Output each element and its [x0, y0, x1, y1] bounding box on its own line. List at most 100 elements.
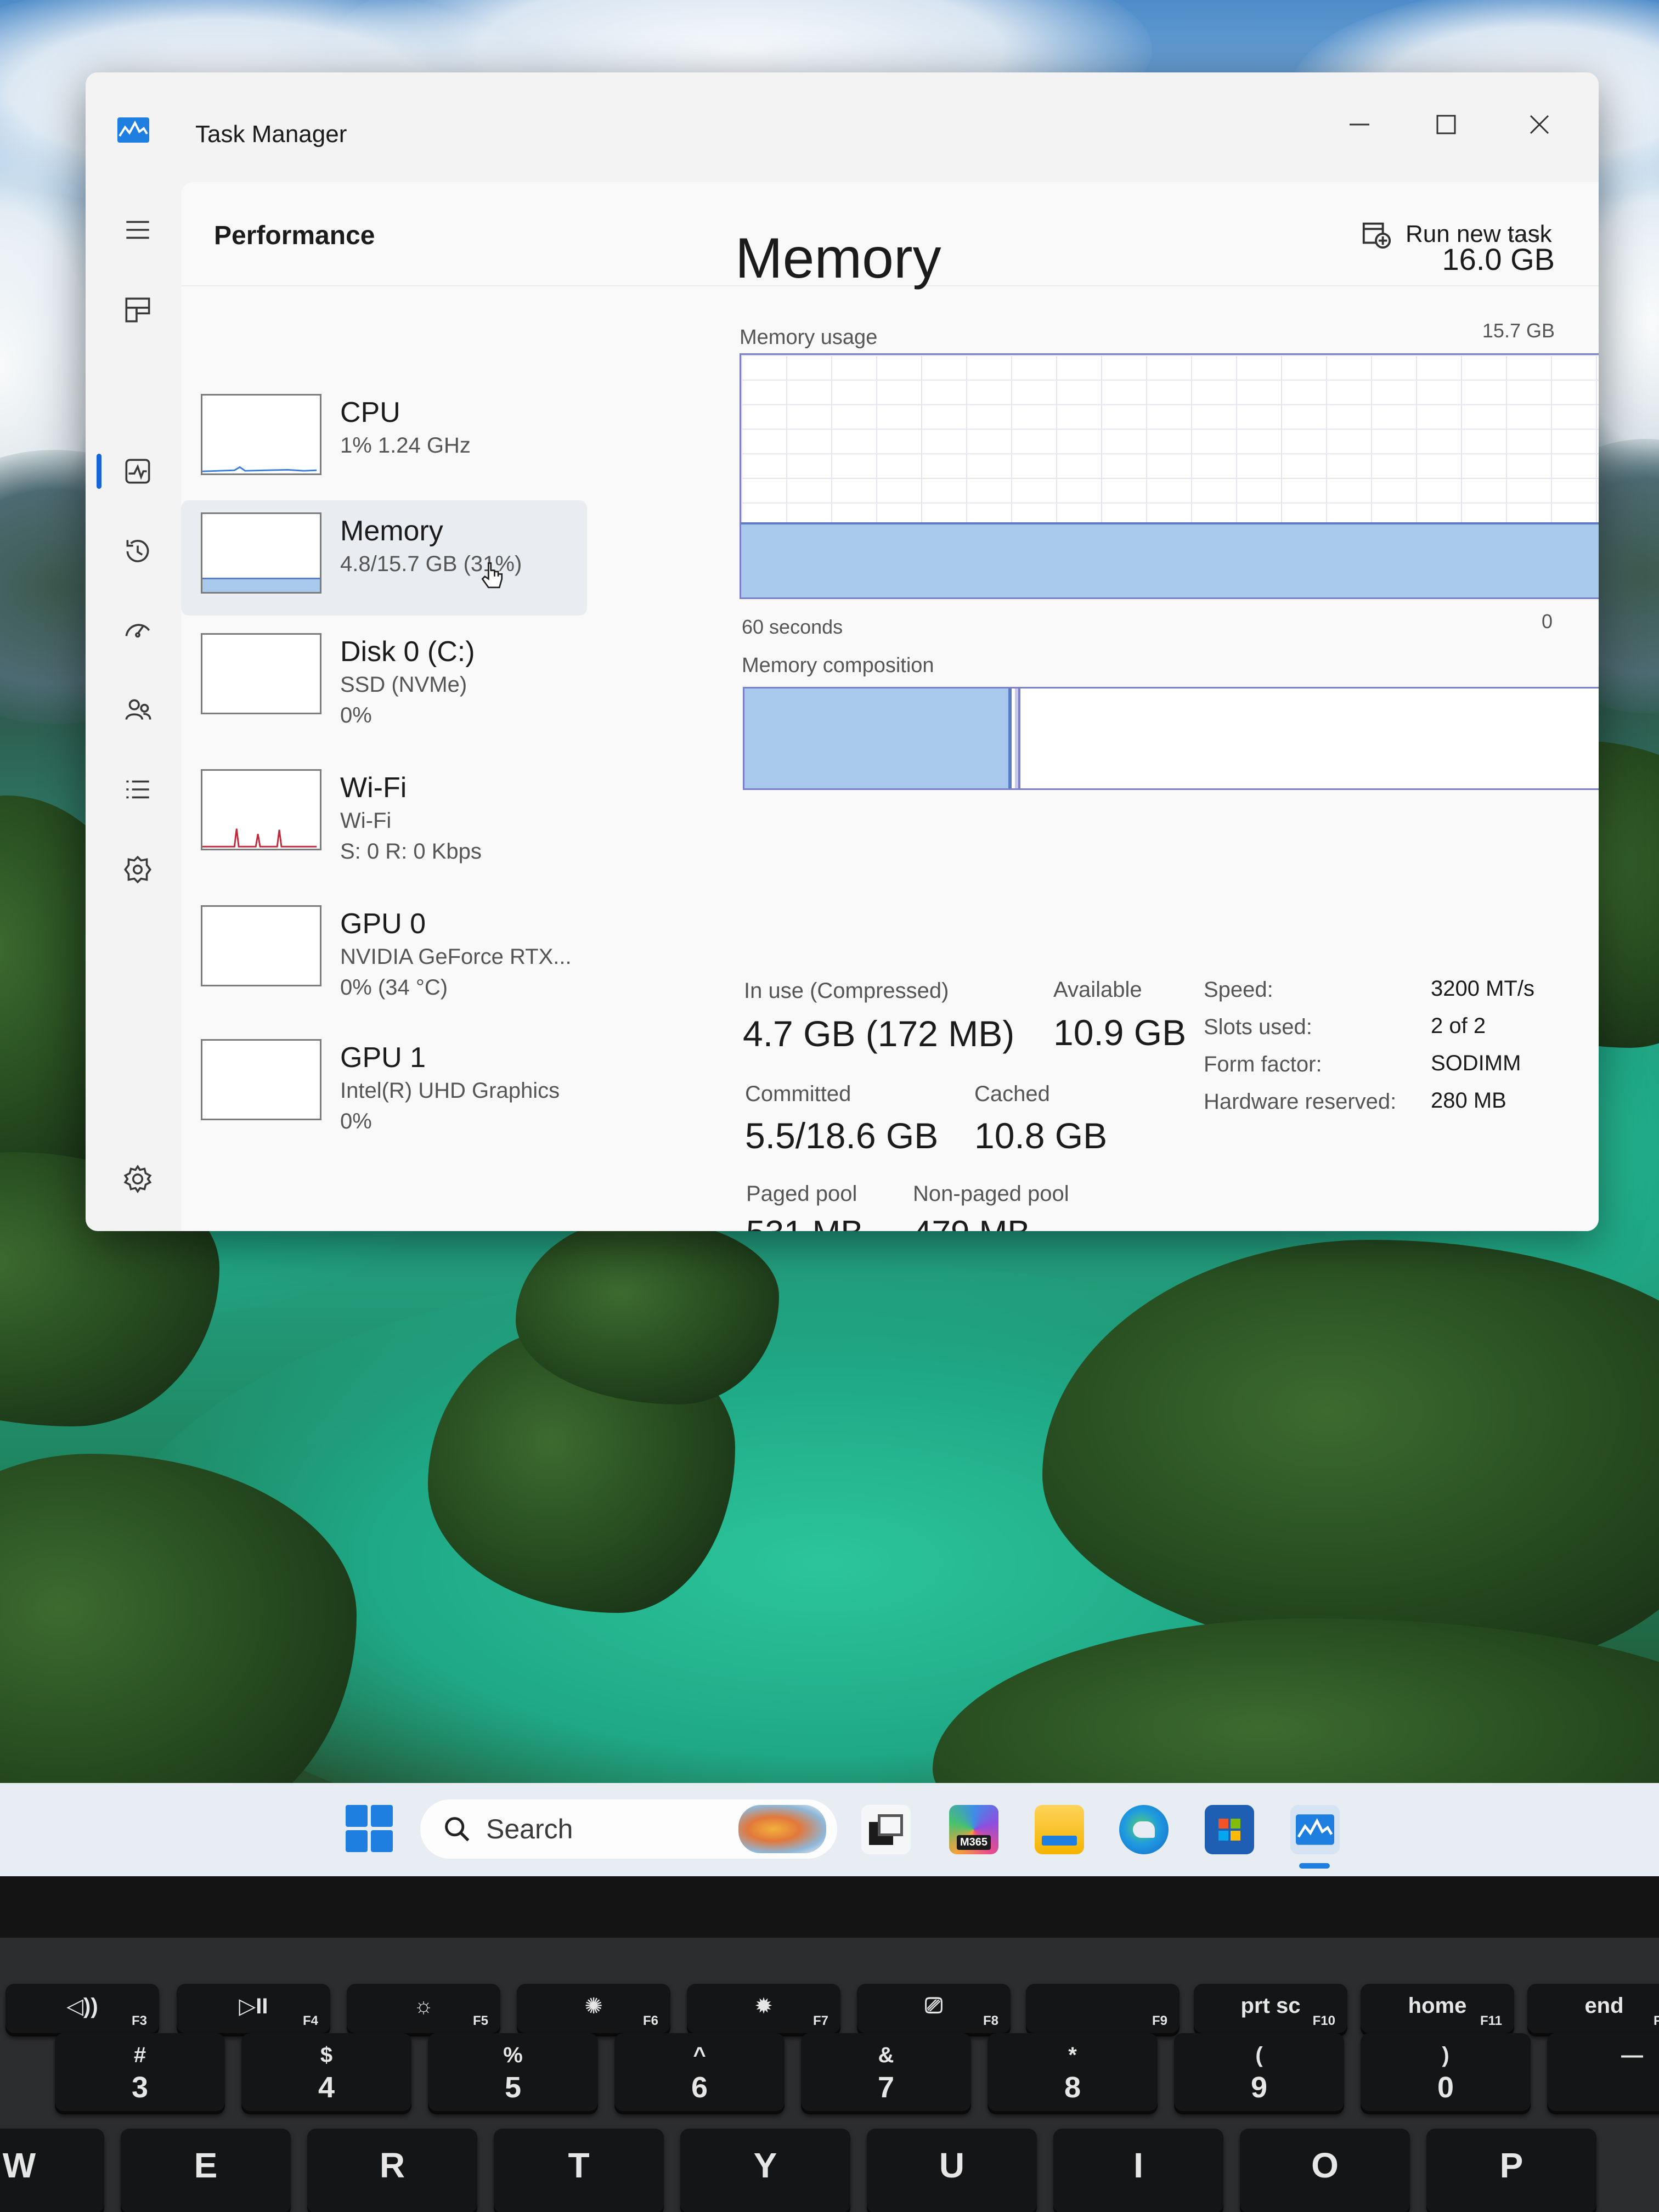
speed-value: 3200 MT/s	[1431, 977, 1534, 1001]
letter-key-u[interactable]: U	[867, 2129, 1037, 2212]
key-legend: O	[1311, 2146, 1339, 2185]
number-key-9[interactable]: (9	[1174, 2033, 1344, 2114]
microsoft-365-icon[interactable]: M365	[949, 1805, 998, 1854]
store-icon[interactable]	[1205, 1805, 1254, 1854]
close-button[interactable]	[1506, 94, 1572, 155]
windows-logo-tile	[346, 1830, 368, 1852]
key-legend: 3	[131, 2071, 149, 2104]
resource-item-cpu[interactable]: CPU 1% 1.24 GHz	[181, 382, 587, 497]
number-key-5[interactable]: % 5	[428, 2033, 598, 2114]
maximize-button[interactable]	[1413, 94, 1479, 155]
resource-item-memory[interactable]: Memory 4.8/15.7 GB (31%)	[181, 500, 587, 616]
function-key-f10[interactable]: prt sc F10	[1194, 1984, 1347, 2036]
run-new-task-icon	[1362, 222, 1391, 249]
available-label: Available	[1053, 978, 1142, 1002]
details-icon[interactable]	[108, 759, 168, 820]
hamburger-icon[interactable]	[108, 200, 168, 260]
disk-thumbnail-graph	[201, 633, 321, 714]
key-sublegend: F3	[131, 2013, 147, 2028]
speed-label: Speed:	[1204, 978, 1273, 1002]
function-key-f9[interactable]: F9	[1026, 1984, 1180, 2036]
number-key-4[interactable]: $4	[241, 2033, 411, 2114]
graph-zero-label: 0	[1541, 610, 1553, 633]
key-shift-legend: %	[503, 2043, 523, 2067]
key-legend: 7	[877, 2071, 895, 2104]
processes-icon[interactable]	[108, 280, 168, 340]
memory-composition-bar	[743, 687, 1599, 790]
key-sublegend: F10	[1312, 2013, 1335, 2028]
function-key-f3[interactable]: ◁)) F3	[5, 1984, 159, 2036]
resource-item-gpu0[interactable]: GPU 0 NVIDIA GeForce RTX... 0% (34 °C)	[181, 893, 587, 1008]
task-manager-taskbar-icon[interactable]	[1290, 1805, 1340, 1854]
start-button[interactable]	[346, 1805, 393, 1852]
users-icon[interactable]	[108, 680, 168, 741]
in-use-value: 4.7 GB (172 MB)	[743, 1013, 1015, 1054]
letter-key-y[interactable]: Y	[680, 2129, 850, 2212]
services-icon[interactable]	[108, 839, 168, 900]
resource-item-gpu1[interactable]: GPU 1 Intel(R) UHD Graphics 0%	[181, 1027, 587, 1142]
active-app-indicator	[1299, 1863, 1330, 1869]
resource-item-wifi[interactable]: Wi-Fi Wi-Fi S: 0 R: 0 Kbps	[181, 757, 587, 872]
number-key-0[interactable]: ) 0	[1361, 2033, 1531, 2114]
key-sublegend: F9	[1152, 2013, 1167, 2028]
memory-total: 16.0 GB	[1442, 242, 1555, 276]
resource-item-disk[interactable]: Disk 0 (C:) SSD (NVMe) 0%	[181, 621, 587, 736]
committed-label: Committed	[745, 1082, 851, 1106]
number-key-minus[interactable]: —	[1547, 2033, 1659, 2114]
taskbar-search-box[interactable]: Search	[420, 1799, 837, 1859]
performance-icon[interactable]	[108, 441, 168, 501]
letter-key-p[interactable]: P	[1426, 2129, 1596, 2212]
title-bar[interactable]: Task Manager	[86, 72, 1599, 182]
resource-name: Wi-Fi	[340, 772, 407, 804]
key-shift-legend: )	[1442, 2043, 1449, 2067]
number-key-8[interactable]: * 8	[988, 2033, 1158, 2114]
letter-key-r[interactable]: R	[307, 2129, 477, 2212]
resource-detail: SSD (NVMe)	[340, 673, 467, 697]
function-key-f8[interactable]: ⎚ F8	[857, 1984, 1011, 2036]
function-key-f7[interactable]: ✹ F7	[687, 1984, 840, 2036]
function-key-f5[interactable]: ☼ F5	[347, 1984, 500, 2036]
minimize-button[interactable]	[1327, 94, 1392, 155]
app-history-icon[interactable]	[108, 521, 168, 582]
function-key-f1[interactable]: end F1	[1527, 1984, 1659, 2036]
file-explorer-icon[interactable]	[1035, 1805, 1084, 1854]
letter-key-e[interactable]: E	[121, 2129, 291, 2212]
graph-time-label: 60 seconds	[742, 616, 843, 638]
function-key-f4[interactable]: ▷II F4	[177, 1984, 330, 2036]
window-title: Task Manager	[195, 121, 347, 148]
key-legend: E	[194, 2146, 218, 2185]
memory-composition-label: Memory composition	[742, 654, 934, 677]
key-legend: 5	[504, 2071, 522, 2104]
key-legend: R	[379, 2146, 405, 2185]
letter-key-t[interactable]: T	[494, 2129, 664, 2212]
key-shift-legend: ^	[693, 2043, 706, 2067]
memory-thumbnail-graph	[201, 512, 321, 594]
gpu1-thumbnail-graph	[201, 1039, 321, 1120]
number-key-7[interactable]: & 7	[801, 2033, 971, 2114]
key-sublegend: F4	[302, 2013, 318, 2028]
windows-logo-tile	[371, 1805, 393, 1827]
resource-name: GPU 0	[340, 908, 426, 940]
memory-usage-graph	[740, 353, 1599, 599]
m365-label: M365	[956, 1835, 991, 1850]
windows-logo-tile	[371, 1830, 393, 1852]
key-legend: 6	[691, 2071, 708, 2104]
letter-key-o[interactable]: O	[1240, 2129, 1410, 2212]
navigation-rail	[86, 182, 195, 1231]
settings-icon[interactable]	[108, 1149, 168, 1209]
letter-key-i[interactable]: I	[1053, 2129, 1223, 2212]
resource-detail-secondary: 0%	[340, 703, 372, 727]
task-view-icon[interactable]	[861, 1805, 911, 1854]
function-key-f11[interactable]: home F11	[1361, 1984, 1514, 2036]
function-key-f6[interactable]: ✺ F6	[517, 1984, 670, 2036]
number-key-6[interactable]: ^ 6	[614, 2033, 785, 2114]
edge-icon[interactable]	[1119, 1805, 1169, 1854]
selected-nav-indicator	[97, 454, 101, 489]
number-key-3[interactable]: #3	[55, 2033, 225, 2114]
startup-apps-icon[interactable]	[108, 600, 168, 661]
letter-key-w[interactable]: W	[0, 2129, 104, 2212]
resource-detail: NVIDIA GeForce RTX...	[340, 945, 572, 969]
task-manager-window: Task Manager Performance Run new task ··…	[86, 72, 1599, 1231]
hardware-reserved-label: Hardware reserved:	[1204, 1090, 1397, 1114]
memory-heading: Memory	[735, 227, 941, 290]
